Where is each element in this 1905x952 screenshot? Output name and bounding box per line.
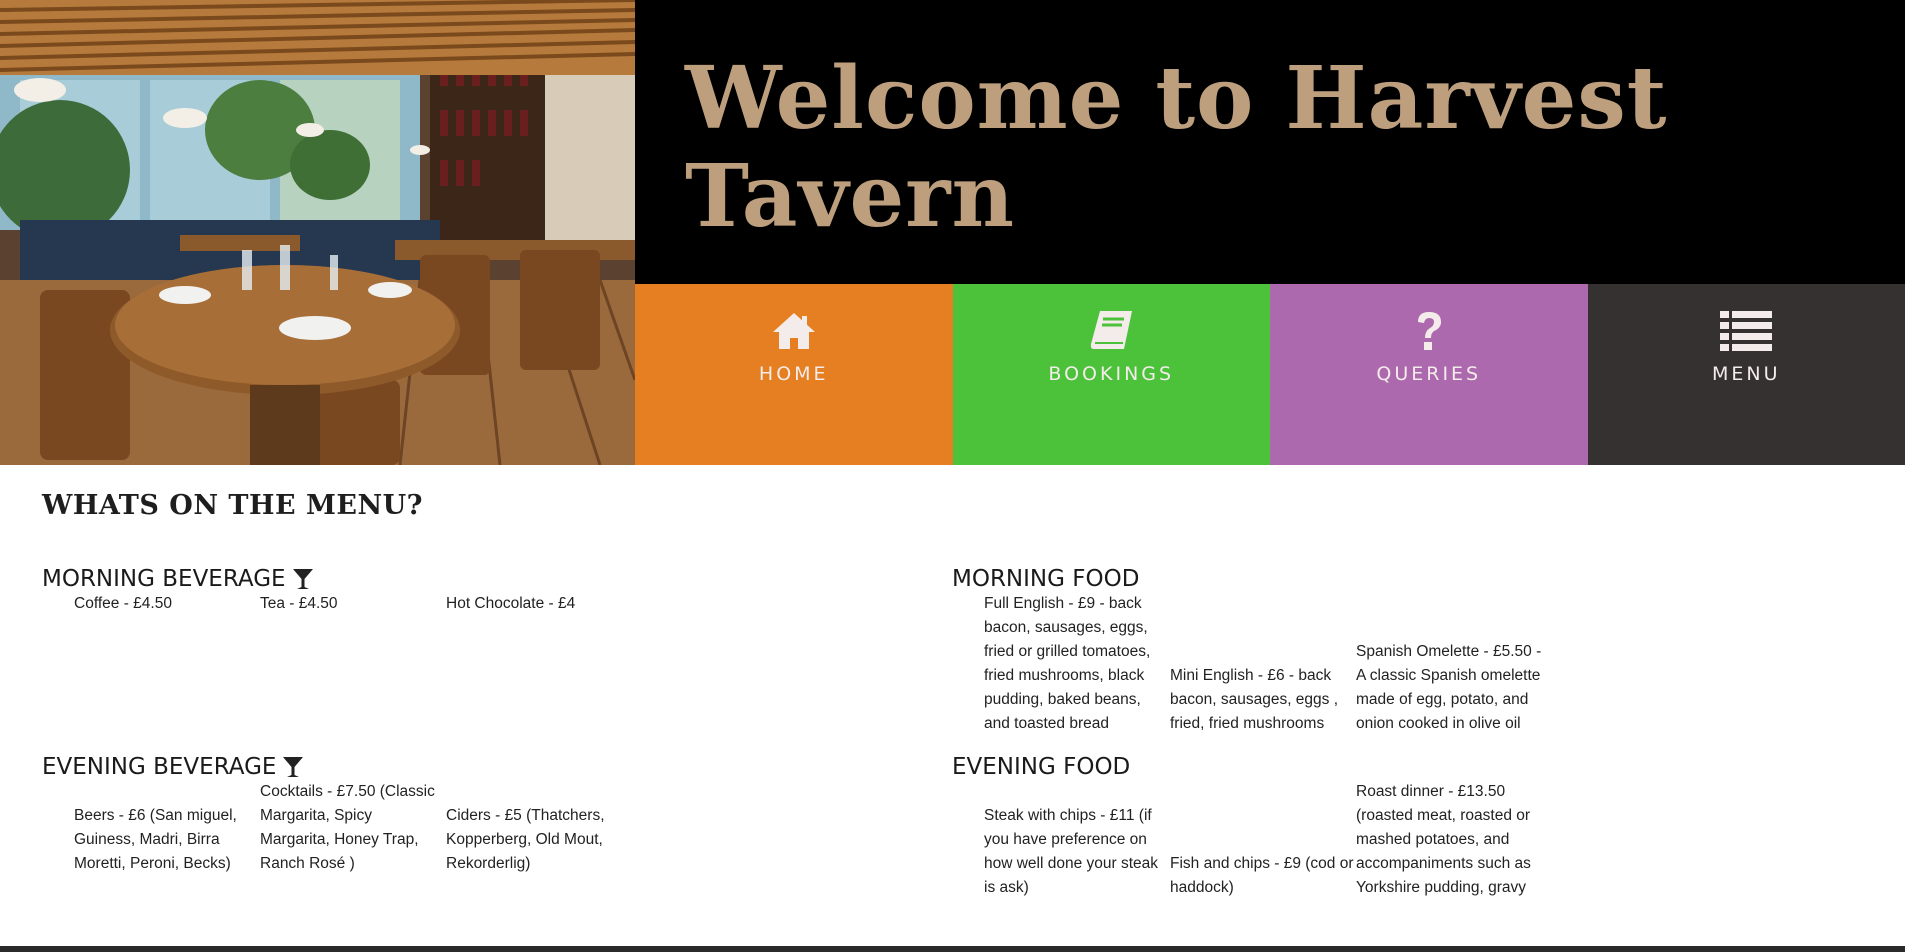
menu-item: Fish and chips - £9 (cod or haddock)	[1170, 855, 1354, 896]
nav-bookings-label: BOOKINGS	[1048, 363, 1175, 385]
nav-home-label: HOME	[758, 363, 829, 385]
menu-item: Roast dinner - £13.50 (roasted meat, roa…	[1356, 783, 1531, 896]
book-icon	[1088, 309, 1134, 353]
list-icon	[1720, 309, 1773, 353]
menu-item: Steak with chips - £11 (if you have pref…	[984, 807, 1159, 896]
question-icon	[1414, 309, 1444, 353]
evening-beverage-heading: EVENING BEVERAGE	[42, 754, 304, 780]
cocktail-glass-icon	[282, 755, 304, 779]
main-nav: HOME BOOKINGS QUERIES MENU	[635, 284, 1905, 465]
menu-item: Spanish Omelette - £5.50 - A classic Spa…	[1356, 643, 1542, 732]
morning-food-heading: MORNING FOOD	[952, 566, 1139, 592]
menu-item: Tea - £4.50	[260, 595, 338, 612]
evening-food-title: EVENING FOOD	[952, 754, 1131, 780]
page-bottom-border	[0, 946, 1905, 952]
menu-item: Full English - £9 - back bacon, sausages…	[984, 595, 1151, 732]
morning-food-items: Full English - £9 - back bacon, sausages…	[984, 592, 1542, 736]
nav-queries-label: QUERIES	[1376, 363, 1482, 385]
nav-home-tile[interactable]: HOME	[635, 284, 953, 465]
menu-item: Beers - £6 (San miguel, Guiness, Madri, …	[74, 807, 237, 872]
menu-item: Ciders - £5 (Thatchers, Kopperberg, Old …	[446, 807, 605, 872]
evening-food-items: Steak with chips - £11 (if you have pref…	[984, 780, 1542, 900]
morning-beverage-title: MORNING BEVERAGE	[42, 566, 286, 592]
cocktail-glass-icon	[292, 567, 314, 591]
menu-item: Mini English - £6 - back bacon, sausages…	[1170, 667, 1339, 732]
home-icon	[771, 309, 817, 353]
morning-food-title: MORNING FOOD	[952, 566, 1140, 592]
evening-beverage-items: Beers - £6 (San miguel, Guiness, Madri, …	[74, 780, 632, 876]
nav-menu-tile[interactable]: MENU	[1587, 284, 1905, 465]
nav-bookings-tile[interactable]: BOOKINGS	[952, 284, 1270, 465]
nav-menu-label: MENU	[1711, 363, 1781, 385]
menu-item: Hot Chocolate - £4	[446, 595, 576, 612]
menu-item: Coffee - £4.50	[74, 595, 172, 612]
evening-beverage-title: EVENING BEVERAGE	[42, 754, 277, 780]
morning-beverage-items: Coffee - £4.50 Tea - £4.50 Hot Chocolate…	[74, 592, 632, 616]
title-banner: Welcome to Harvest Tavern	[635, 0, 1905, 284]
evening-food-heading: EVENING FOOD	[952, 754, 1130, 780]
restaurant-interior-photo	[0, 0, 635, 465]
morning-beverage-heading: MORNING BEVERAGE	[42, 566, 314, 592]
menu-item: Cocktails - £7.50 (Classic Margarita, Sp…	[260, 783, 435, 872]
nav-queries-tile[interactable]: QUERIES	[1270, 284, 1588, 465]
menu-heading: WHATS ON THE MENU?	[42, 490, 423, 521]
site-title: Welcome to Harvest Tavern	[685, 48, 1668, 247]
